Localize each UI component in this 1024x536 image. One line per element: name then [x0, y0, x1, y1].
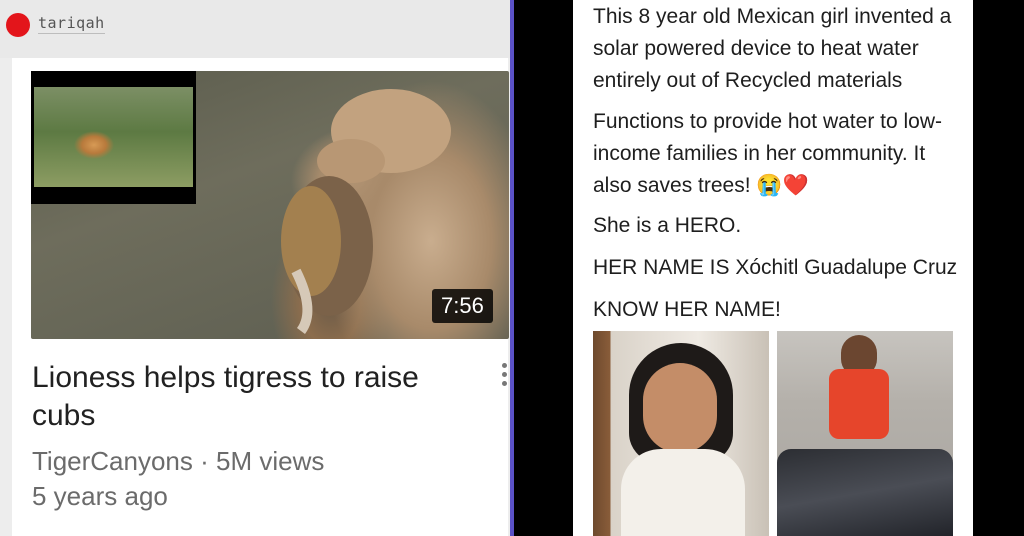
upload-age: 5 years ago — [32, 481, 168, 511]
post-paragraph-4: HER NAME IS Xóchitl Guadalupe Cruz — [593, 256, 958, 279]
text-post-panel: This 8 year old Mexican girl invented a … — [573, 0, 973, 536]
tiger-in-grass-image — [34, 87, 193, 187]
dress-shape — [621, 449, 745, 536]
video-duration-badge: 7:56 — [432, 289, 493, 323]
more-options-icon[interactable] — [500, 363, 510, 393]
girl-portrait-photo[interactable] — [593, 331, 769, 536]
post-paragraph-5: KNOW HER NAME! — [593, 298, 781, 321]
red-shirt-shape — [829, 369, 889, 439]
post-paragraph-1: This 8 year old Mexican girl invented a … — [593, 5, 952, 92]
avatar[interactable] — [6, 13, 30, 37]
girl-with-heater-photo[interactable] — [777, 331, 953, 536]
panel-divider — [510, 0, 514, 536]
face-shape — [643, 363, 717, 453]
channel-name[interactable]: TigerCanyons — [32, 446, 193, 476]
meta-separator: · — [200, 446, 209, 476]
video-meta: TigerCanyons · 5M views — [32, 446, 324, 477]
solar-heater-shape — [777, 449, 953, 536]
post-paragraph-2: Functions to provide hot water to low-in… — [593, 110, 943, 197]
post-paragraph-3: She is a HERO. — [593, 214, 742, 237]
post-header: tariqah — [0, 0, 510, 58]
view-count: 5M views — [216, 446, 325, 476]
username[interactable]: tariqah — [38, 14, 105, 34]
screenshot-collage: tariqah 7:56 Lioness helps tigress to ra… — [0, 0, 1024, 536]
picture-in-picture-inset — [31, 71, 196, 204]
video-title[interactable]: Lioness helps tigress to raise cubs — [32, 359, 472, 435]
